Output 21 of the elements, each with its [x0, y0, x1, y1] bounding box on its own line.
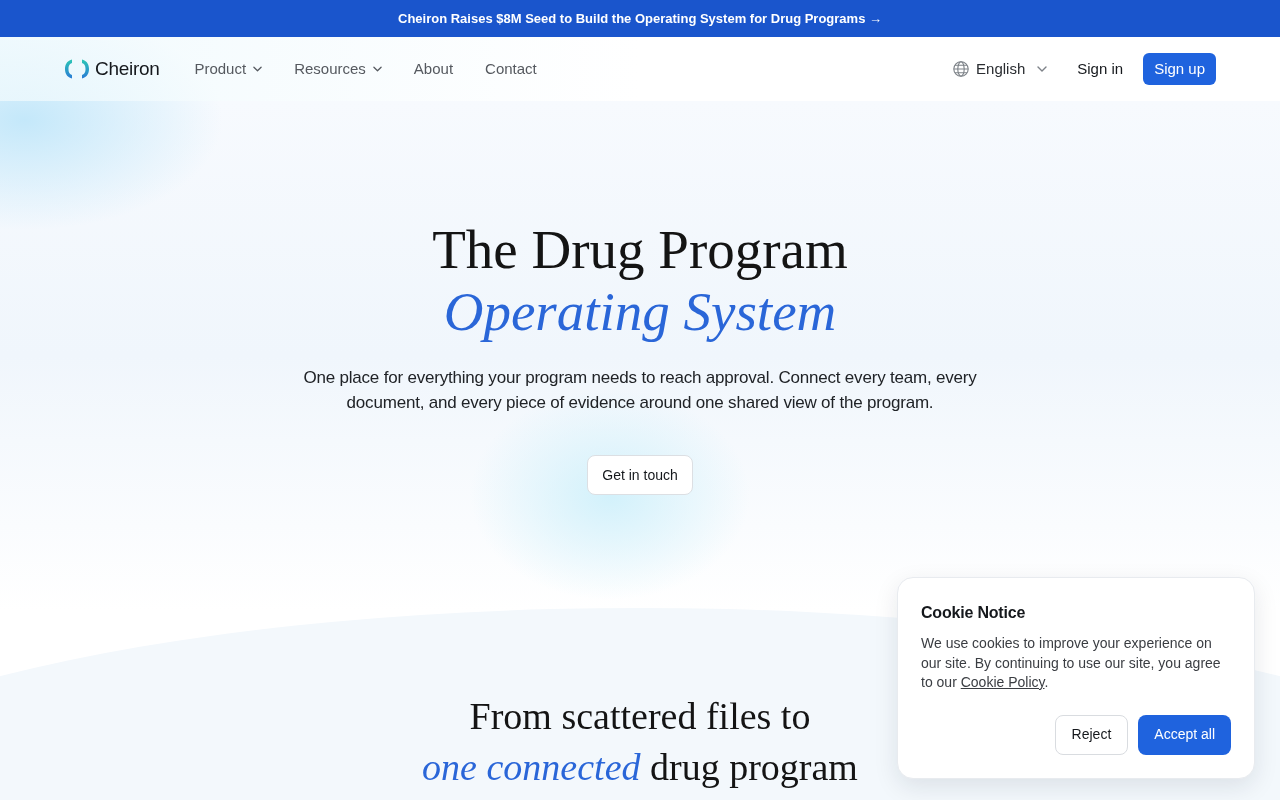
- chevron-down-icon: [1037, 66, 1048, 72]
- globe-icon: [953, 61, 970, 77]
- brand-logo[interactable]: Cheiron: [64, 54, 160, 84]
- brand-name: Cheiron: [95, 56, 160, 81]
- cookie-notice-text: We use cookies to improve your experience on our site. By continuing to use our site, you agree to our Cookie Policy.: [921, 634, 1222, 692]
- nav-link[interactable]: About: [413, 57, 454, 81]
- hero-description: One place for everything your program needs to reach approval. Connect every team, every document, and every piece of evidence around one shared view of the program.: [302, 367, 978, 414]
- language-selector[interactable]: English: [953, 57, 1048, 81]
- nav-link[interactable]: Product: [194, 57, 263, 81]
- cookie-notice-title: Cookie Notice: [921, 603, 1027, 623]
- section-heading: From scattered files to one connected drug program: [422, 694, 858, 790]
- announcement-link[interactable]: Cheiron Raises $8M Seed to Build the Operating System for Drug Programs →: [398, 8, 882, 29]
- sign-up-button[interactable]: Sign up: [1143, 53, 1216, 85]
- accept-all-button[interactable]: Accept all: [1138, 714, 1231, 755]
- nav-link[interactable]: Resources: [294, 57, 382, 81]
- nav-link[interactable]: Contact: [485, 57, 537, 81]
- reject-button[interactable]: Reject: [1054, 714, 1129, 755]
- hero-title: The Drug Program Operating System: [432, 219, 848, 343]
- bracket-logo-icon: [64, 58, 90, 80]
- sign-in-link[interactable]: Sign in: [1077, 57, 1124, 81]
- get-in-touch-button[interactable]: Get in touch: [587, 455, 693, 495]
